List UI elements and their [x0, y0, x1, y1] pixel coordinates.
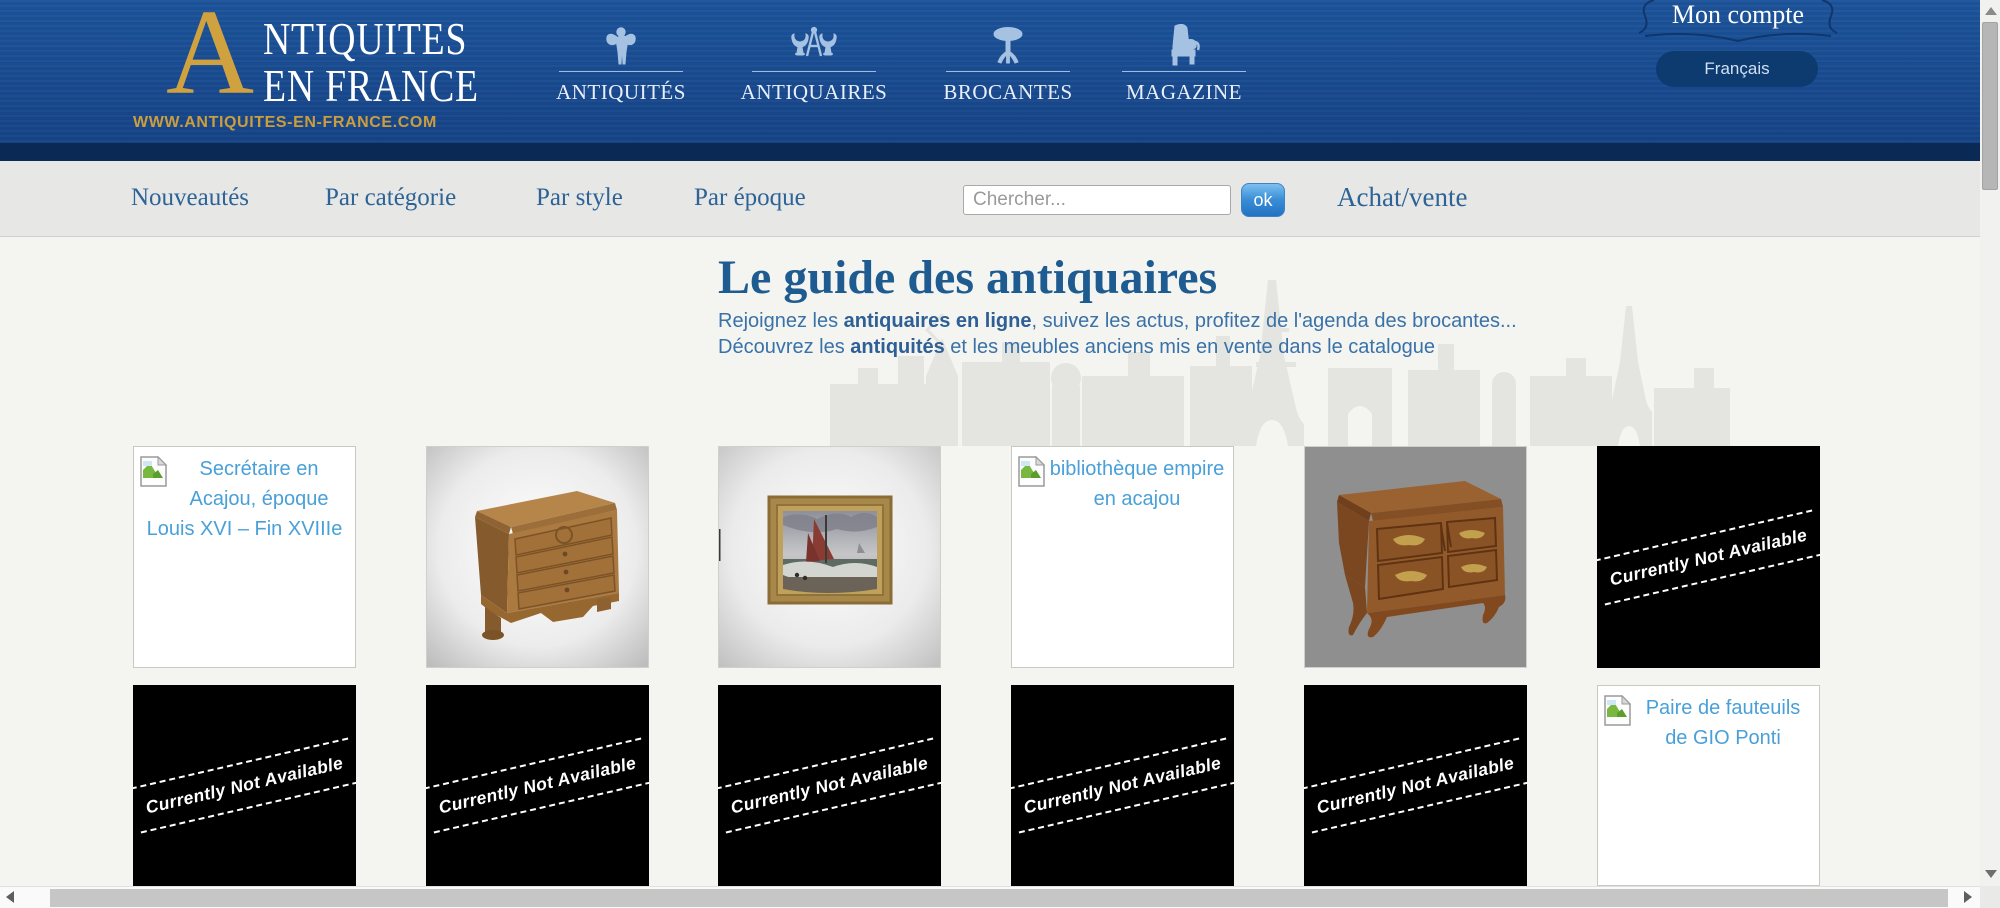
intro-text: , suivez les actus, profitez de l'agenda… [1031, 310, 1516, 332]
product-card-photo-commode[interactable] [426, 446, 649, 668]
scroll-right-icon[interactable] [1964, 891, 1972, 903]
topnav-label: MAGAZINE [1104, 80, 1264, 105]
account-label: Mon compte [1638, 0, 1838, 30]
product-card-unavailable[interactable]: Currently Not Available [1011, 685, 1234, 886]
product-card-broken-image[interactable]: bibliothèque empire en acajou [1011, 446, 1234, 668]
horizontal-scrollbar[interactable] [0, 886, 1980, 908]
product-photo-commode-louis-philippe [427, 447, 648, 667]
unavailable-label: Currently Not Available [1597, 509, 1820, 605]
intro-text: et les meubles anciens mis en vente dans… [945, 336, 1435, 358]
broken-image-icon [1018, 456, 1045, 487]
product-card-unavailable[interactable]: Currently Not Available [718, 685, 941, 886]
product-card-unavailable[interactable]: Currently Not Available [1597, 446, 1820, 668]
product-photo-marine-painting [719, 447, 940, 667]
intro-line-1: Rejoignez les antiquaires en ligne, suiv… [718, 310, 1517, 333]
scroll-down-icon[interactable] [1985, 870, 1997, 878]
main-content: Le guide des antiquaires Rejoignez les a… [0, 238, 2000, 886]
intro-bold-text: antiquaires en ligne [844, 310, 1032, 332]
logo-url: WWW.ANTIQUITES-EN-FRANCE.COM [133, 114, 437, 132]
vertical-scrollbar[interactable] [1980, 0, 2000, 886]
search-input[interactable] [963, 185, 1231, 215]
intro-line-2: Découvrez les antiquités et les meubles … [718, 336, 1435, 359]
search-ok-button[interactable]: ok [1241, 183, 1285, 217]
product-card-unavailable[interactable]: Currently Not Available [426, 685, 649, 886]
topnav-antiquites[interactable]: ANTIQUITÉS [541, 24, 701, 105]
product-alt-text: Secrétaire en Acajou, époque Louis XVI –… [147, 458, 343, 540]
unavailable-label: Currently Not Available [718, 738, 941, 834]
pedestal-table-icon [928, 24, 1088, 66]
subnav-bar: Nouveautés Par catégorie Par style Par é… [0, 161, 2000, 237]
cherub-icon [541, 24, 701, 66]
topnav-brocantes[interactable]: BROCANTES [928, 24, 1088, 105]
topnav-underline [752, 71, 876, 72]
topnav-label: ANTIQUAIRES [734, 80, 894, 105]
logo-line2: EN FRANCE [263, 63, 479, 109]
subnav-par-epoque[interactable]: Par époque [694, 184, 806, 212]
unavailable-label: Currently Not Available [1304, 738, 1527, 834]
account-link[interactable]: Mon compte [1638, 0, 1838, 30]
product-card-unavailable[interactable]: Currently Not Available [1304, 685, 1527, 886]
logo-initial-a: A [166, 0, 254, 114]
scroll-up-icon[interactable] [1985, 7, 1997, 15]
header-bottom-strip [0, 143, 2000, 161]
topnav-underline [1122, 71, 1246, 72]
intro-text: Découvrez les [718, 336, 850, 358]
product-card-photo-painting[interactable] [718, 446, 941, 668]
horizontal-scroll-thumb[interactable] [50, 889, 1948, 907]
subnav-par-style[interactable]: Par style [536, 184, 623, 212]
unavailable-label: Currently Not Available [426, 738, 649, 834]
subnav-nouveautes[interactable]: Nouveautés [131, 184, 249, 212]
subnav-par-categorie[interactable]: Par catégorie [325, 184, 456, 212]
topnav-antiquaires[interactable]: ANTIQUAIRES [734, 24, 894, 105]
product-card-photo-commode[interactable] [1304, 446, 1527, 668]
antiquites-en-france-page: A NTIQUITES EN FRANCE WWW.ANTIQUITES-EN-… [0, 0, 2000, 908]
product-card-broken-image[interactable]: Secrétaire en Acajou, époque Louis XVI –… [133, 446, 356, 668]
logo-line1: NTIQUITES [263, 16, 467, 62]
site-logo[interactable]: A NTIQUITES EN FRANCE WWW.ANTIQUITES-EN-… [133, 4, 453, 136]
topnav-label: BROCANTES [928, 80, 1088, 105]
product-photo-commode-louis-xv [1305, 447, 1526, 667]
unavailable-label: Currently Not Available [133, 738, 356, 834]
page-title: Le guide des antiquaires [718, 250, 1217, 305]
topnav-label: ANTIQUITÉS [541, 80, 701, 105]
unavailable-label: Currently Not Available [1011, 738, 1234, 834]
topnav-underline [946, 71, 1070, 72]
product-alt-text: Paire de fauteuils de GIO Ponti [1646, 697, 1801, 749]
product-alt-text-wrap: Paire de fauteuils de GIO Ponti [1604, 693, 1813, 753]
vases-compass-icon [734, 24, 894, 66]
subnav-achat-vente[interactable]: Achat/vente [1337, 182, 1467, 213]
broken-image-icon [1604, 695, 1631, 726]
scrollbar-corner [1980, 886, 2000, 908]
product-card-unavailable[interactable]: Currently Not Available [133, 685, 356, 886]
product-alt-text-wrap: Secrétaire en Acajou, époque Louis XVI –… [140, 454, 349, 544]
topnav-magazine[interactable]: MAGAZINE [1104, 24, 1264, 105]
language-button[interactable]: Français [1656, 51, 1818, 87]
armchair-icon [1104, 24, 1264, 66]
topnav-underline [559, 71, 683, 72]
product-card-broken-image[interactable]: Paire de fauteuils de GIO Ponti [1597, 685, 1820, 886]
scroll-left-icon[interactable] [6, 891, 14, 903]
vertical-scroll-thumb[interactable] [1982, 22, 1998, 190]
intro-bold-text: antiquités [850, 336, 944, 358]
broken-image-icon [140, 456, 167, 487]
product-alt-text-wrap: bibliothèque empire en acajou [1018, 454, 1227, 514]
intro-text: Rejoignez les [718, 310, 844, 332]
product-alt-text: bibliothèque empire en acajou [1050, 458, 1225, 510]
